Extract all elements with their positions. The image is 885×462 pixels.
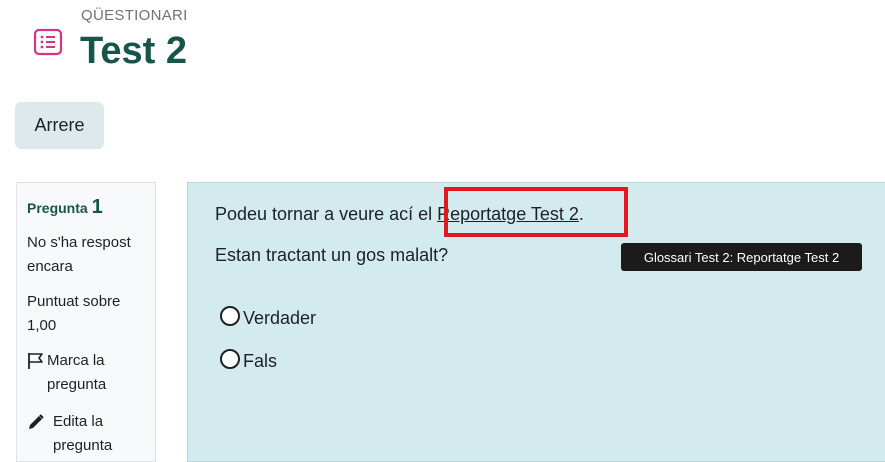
pencil-icon (29, 414, 44, 429)
answer-option-true-label: Verdader (243, 308, 317, 328)
question-text: Estan tractant un gos malalt? (215, 245, 449, 265)
radio-button-false[interactable] (220, 348, 240, 369)
answer-option-true[interactable]: Verdader (220, 305, 317, 329)
flag-question-button[interactable]: Marca la pregunta (27, 349, 152, 397)
question-intro: Podeu tornar a veure ací el Reportatge T… (215, 204, 584, 225)
question-number: 1 (91, 196, 103, 218)
flag-question-label: Marca la pregunta (47, 352, 107, 393)
question-mark: Puntuat sobre 1,00 (27, 293, 121, 334)
page-title: Test 2 (80, 30, 188, 72)
radio-button-true[interactable] (220, 305, 240, 326)
question-status: No s'ha respost encara (27, 234, 131, 275)
answer-option-false[interactable]: Fals (220, 348, 278, 372)
question-heading: Pregunta 1 (27, 196, 103, 219)
back-button[interactable]: Arrere (15, 102, 104, 149)
edit-question-link[interactable]: Edita la pregunta (27, 410, 152, 458)
flag-icon (28, 353, 43, 369)
question-heading-label: Pregunta (27, 200, 88, 216)
question-intro-prefix: Podeu tornar a veure ací el (215, 204, 438, 224)
activity-type-label: QÜESTIONARI (81, 7, 188, 24)
glossary-link[interactable]: Reportatge Test 2 (437, 204, 579, 224)
question-intro-suffix: . (578, 204, 584, 224)
question-content-panel: Podeu tornar a veure ací el Reportatge T… (187, 182, 885, 462)
quiz-list-icon (33, 28, 63, 56)
glossary-tooltip: Glossari Test 2: Reportatge Test 2 (621, 243, 862, 271)
question-info-panel: Pregunta 1 No s'ha respost encara Puntua… (16, 182, 156, 462)
edit-question-label: Edita la pregunta (53, 413, 113, 454)
answer-option-false-label: Fals (243, 351, 278, 371)
